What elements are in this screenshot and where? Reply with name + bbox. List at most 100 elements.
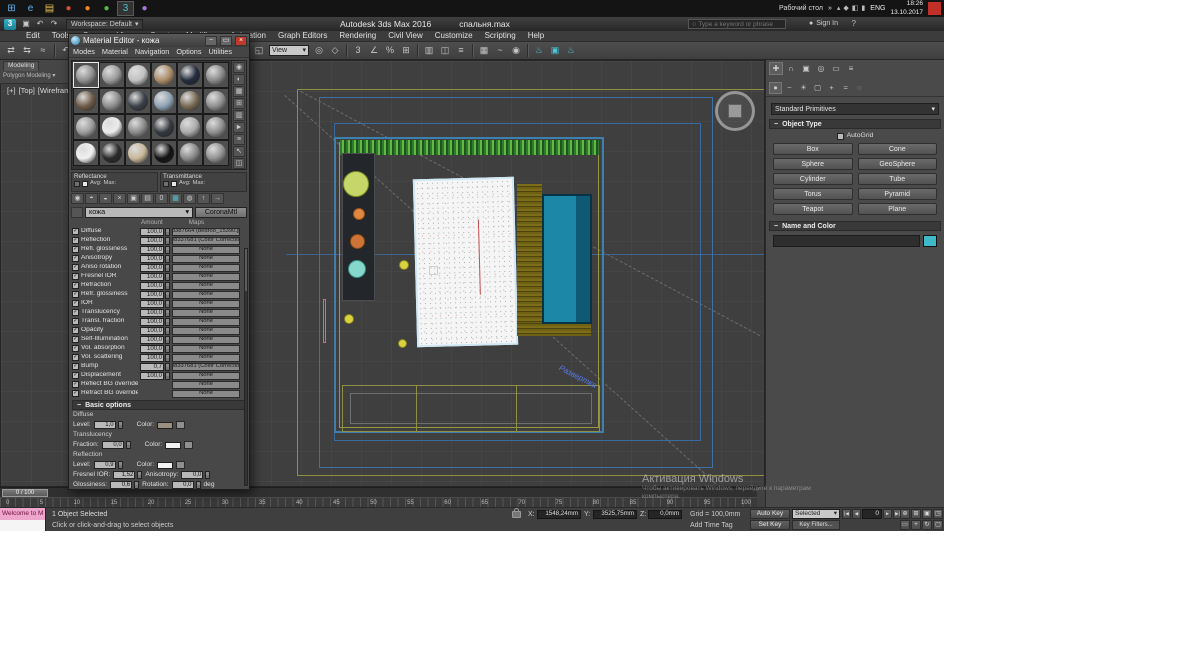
search-input[interactable] [698,21,780,28]
menu-edit[interactable]: Edit [20,32,46,40]
snaps-toggle-icon[interactable]: 3 [350,43,366,58]
3dsmax-logo-icon[interactable]: 3 [4,19,16,30]
scene-plant-orange-1[interactable] [353,208,365,220]
translucency-color-map-button[interactable] [184,441,193,449]
geosphere-button[interactable]: GeoSphere [858,158,938,170]
play-animation-icon[interactable]: ► [883,509,892,519]
material-sample-slot[interactable] [73,88,99,114]
menu-scripting[interactable]: Scripting [479,32,522,40]
make-unique-icon[interactable]: ▣ [127,193,140,204]
percent-snap-icon[interactable]: % [382,43,398,58]
pan-icon[interactable]: + [911,520,921,530]
key-set-dropdown[interactable]: Selected ▾ [792,509,840,519]
material-editor-scrollbar[interactable] [244,248,248,486]
orbit-icon[interactable]: ↻ [922,520,932,530]
desktop-toolbar-chevron-icon[interactable]: » [828,5,832,12]
param-map-button[interactable]: None [172,264,240,272]
spinner-arrows[interactable] [165,354,170,362]
param-amount-field[interactable]: 100,0 [140,255,164,263]
helpers-category-icon[interactable]: + [825,82,838,94]
spinner-arrows[interactable] [165,273,170,281]
object-color-swatch[interactable] [923,235,937,247]
graph-editors-icon[interactable]: ~ [492,43,508,58]
reset-map-icon[interactable]: × [113,193,126,204]
sample-type-icon[interactable]: ◉ [233,62,245,73]
render-production-icon[interactable]: ♨ [563,43,579,58]
param-amount-field[interactable]: 100,0 [140,327,164,335]
spinner-arrows[interactable] [165,228,170,236]
fraction-field[interactable]: 0,0 [102,441,124,449]
me-menu-material[interactable]: Material [102,48,128,55]
material-navigator-icon[interactable]: ◫ [233,158,245,169]
menu-rendering[interactable]: Rendering [333,32,382,40]
teapot-button[interactable]: Teapot [773,203,853,215]
spinner-snap-icon[interactable]: ⊞ [398,43,414,58]
material-sample-slot[interactable] [177,114,203,140]
material-sample-slot[interactable] [99,88,125,114]
folder-icon[interactable]: ▤ [41,1,58,16]
param-amount-field[interactable]: 0,7 [140,363,164,371]
material-sample-slot[interactable] [177,62,203,88]
param-amount-field[interactable]: 100,0 [140,237,164,245]
param-checkbox[interactable]: ✓ [72,318,79,325]
scene-stool-2[interactable] [344,314,354,324]
param-map-button[interactable]: None [172,318,240,326]
sphere-button[interactable]: Sphere [773,158,853,170]
spinner-arrows[interactable] [165,237,170,245]
spinner-arrows[interactable] [137,471,142,479]
reflection-color-map-button[interactable] [176,461,185,469]
scene-rug-strip-lower[interactable] [517,323,591,336]
maxscript-mini-listener[interactable]: Welcome to M [0,508,46,531]
spinner-arrows[interactable] [165,336,170,344]
tube-button[interactable]: Tube [858,173,938,185]
reference-coordinate-dropdown[interactable]: View ▾ [269,45,309,56]
firefox-icon[interactable]: ● [79,1,96,16]
zoom-extents-icon[interactable]: ▣ [922,509,932,519]
auto-key-button[interactable]: Auto Key [750,509,790,519]
material-editor-titlebar[interactable]: Material Editor - кожа − ▭ × [69,34,249,47]
3dsmax-taskbar-icon[interactable]: 3 [117,1,134,16]
menu-civil-view[interactable]: Civil View [382,32,429,40]
scene-door-outline[interactable] [323,299,326,343]
set-key-button[interactable]: Set Key [750,520,790,530]
torus-button[interactable]: Torus [773,188,853,200]
param-amount-field[interactable]: 100,0 [140,291,164,299]
material-id-icon[interactable]: 0 [155,193,168,204]
listener-pink-line[interactable]: Welcome to M [0,508,45,520]
select-and-link-icon[interactable]: ⇄ [3,43,19,58]
spinner-arrows[interactable] [118,461,123,469]
param-checkbox[interactable]: ✓ [72,309,79,316]
lights-category-icon[interactable]: ☀ [797,82,810,94]
shapes-category-icon[interactable]: ~ [783,82,796,94]
param-amount-field[interactable]: 100,0 [140,282,164,290]
align-icon[interactable]: ≡ [453,43,469,58]
spinner-arrows[interactable] [165,372,170,380]
ribbon-tab-modeling[interactable]: Modeling [3,61,39,71]
glossiness-field[interactable]: 0,6 [110,481,132,489]
anisotropy-field[interactable]: 0,0 [181,471,203,479]
param-map-button[interactable]: None [172,282,240,290]
modify-tab[interactable]: ∩ [784,62,798,75]
spinner-arrows[interactable] [165,363,170,371]
maximize-viewport-icon[interactable]: ▢ [933,520,943,530]
select-and-manipulate-icon[interactable]: ◇ [327,43,343,58]
spinner-arrows[interactable] [134,481,139,489]
object-name-field[interactable] [773,235,920,247]
language-indicator[interactable]: ENG [870,5,885,12]
select-and-scale-icon[interactable]: ◱ [251,43,267,58]
workspace-dropdown[interactable]: Workspace: Default ▾ [66,19,143,30]
motion-tab[interactable]: ◎ [814,62,828,75]
background-icon[interactable]: ▦ [233,86,245,97]
purple-app-icon[interactable]: ● [136,1,153,16]
help-icon[interactable]: ? [852,20,856,28]
param-checkbox[interactable]: ✓ [72,336,79,343]
param-checkbox[interactable]: ✓ [72,300,79,307]
layer-manager-icon[interactable]: ▦ [476,43,492,58]
param-checkbox[interactable]: ✓ [72,237,79,244]
zoom-all-icon[interactable]: ⊞ [911,509,921,519]
pyramid-button[interactable]: Pyramid [858,188,938,200]
put-to-library-icon[interactable]: ▤ [141,193,154,204]
spacewarps-category-icon[interactable]: ≈ [839,82,852,94]
systems-category-icon[interactable]: ◌ [853,82,866,94]
param-map-button[interactable]: 138337681 (Color Correction) [172,363,240,371]
